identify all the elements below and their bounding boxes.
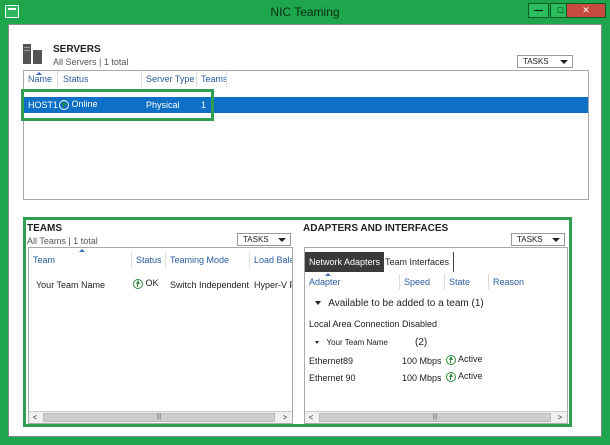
teams-tasks-label: TASKS — [243, 235, 269, 244]
close-button[interactable]: ✕ — [566, 3, 606, 18]
scroll-thumb[interactable]: ||| — [43, 413, 275, 422]
teams-tasks-dropdown[interactable]: TASKS — [237, 233, 291, 246]
col-team[interactable]: Team — [29, 252, 132, 268]
tab-team-interfaces[interactable]: Team Interfaces — [381, 252, 455, 272]
group-team-count: (2) — [415, 337, 428, 347]
servers-subtitle: All Servers | 1 total — [53, 57, 129, 67]
adapters-title: ADAPTERS AND INTERFACES — [303, 223, 449, 234]
col-adapter[interactable]: Adapter — [305, 274, 400, 290]
ok-status-icon — [133, 278, 143, 289]
team-name: Your Team Name — [36, 280, 106, 290]
adapters-tasks-label: TASKS — [517, 235, 543, 244]
adapter-speed: 100 Mbps — [402, 356, 442, 366]
collapse-icon — [315, 341, 319, 345]
team-mode: Switch Independent — [170, 280, 250, 290]
adapter-speed: Disabled — [402, 319, 438, 329]
col-reason[interactable]: Reason — [489, 274, 567, 290]
col-server-type[interactable]: Server Type — [142, 71, 197, 87]
minimize-button[interactable]: — — [528, 3, 549, 18]
group-team[interactable]: Your Team Name (2) — [315, 337, 555, 347]
tab-network-adapters[interactable]: Network Adapters — [305, 252, 385, 272]
col-teaming-mode[interactable]: Teaming Mode — [166, 252, 250, 268]
team-status: OK — [133, 278, 159, 289]
adapter-speed: 100 Mbps — [402, 373, 442, 383]
servers-tasks-dropdown[interactable]: TASKS — [517, 55, 573, 68]
adapter-row[interactable]: Ethernet 90 100 Mbps Active — [305, 371, 567, 385]
col-team-status[interactable]: Status — [132, 252, 166, 268]
nic-teaming-window: NIC Teaming — □ ✕ SERVERS All Servers | … — [0, 0, 610, 445]
adapters-tasks-dropdown[interactable]: TASKS — [511, 233, 565, 246]
host-highlight-box — [21, 89, 214, 121]
adapter-state-text: Active — [458, 354, 483, 364]
team-status-text: OK — [145, 278, 159, 288]
scroll-right-icon[interactable]: > — [554, 412, 566, 423]
adapter-name: Ethernet89 — [309, 356, 354, 366]
group-available-label: Available to be added to a team (1) — [328, 298, 484, 309]
team-row[interactable]: Your Team Name OK Switch Independent Hyp… — [29, 278, 293, 292]
scroll-left-icon[interactable]: < — [29, 412, 41, 423]
adapters-horizontal-scrollbar[interactable]: < ||| > — [305, 411, 567, 423]
teams-subtitle: All Teams | 1 total — [27, 236, 98, 246]
collapse-icon — [315, 301, 321, 306]
col-teams[interactable]: Teams — [197, 71, 227, 87]
server-icon — [23, 44, 42, 64]
teams-title: TEAMS — [27, 223, 62, 234]
window-title: NIC Teaming — [270, 5, 340, 19]
col-state[interactable]: State — [445, 274, 489, 290]
servers-title: SERVERS — [53, 44, 101, 55]
col-name[interactable]: Name — [24, 71, 58, 87]
chevron-down-icon — [552, 238, 560, 242]
adapter-name: Ethernet 90 — [309, 373, 356, 383]
col-load-balancing[interactable]: Load Bala — [250, 252, 292, 268]
team-load-balancing: Hyper-V P — [254, 280, 293, 290]
adapter-row[interactable]: Local Area Connection Disabled — [305, 317, 567, 331]
title-bar[interactable]: NIC Teaming — □ ✕ — [0, 0, 610, 24]
chevron-down-icon — [278, 238, 286, 242]
adapters-grid: Network Adapters Team Interfaces Adapter… — [304, 247, 568, 424]
client-area: SERVERS All Servers | 1 total TASKS Name… — [8, 24, 602, 437]
active-status-icon — [446, 354, 456, 365]
col-status[interactable]: Status — [59, 71, 142, 87]
adapter-name: Local Area Connection — [309, 319, 400, 329]
scroll-left-icon[interactable]: < — [305, 412, 317, 423]
scroll-right-icon[interactable]: > — [279, 412, 291, 423]
adapter-row[interactable]: Ethernet89 100 Mbps Active — [305, 354, 567, 368]
chevron-down-icon — [560, 60, 568, 64]
group-team-name: Your Team Name — [326, 338, 388, 347]
adapter-state-text: Active — [458, 371, 483, 381]
active-status-icon — [446, 371, 456, 382]
scroll-thumb[interactable]: ||| — [319, 413, 551, 422]
adapter-state: Active — [446, 371, 483, 382]
group-available[interactable]: Available to be added to a team (1) — [315, 298, 484, 309]
teams-horizontal-scrollbar[interactable]: < ||| > — [29, 411, 292, 423]
teams-grid: Team Status Teaming Mode Load Bala Your … — [28, 247, 293, 424]
col-speed[interactable]: Speed — [400, 274, 445, 290]
adapter-state: Active — [446, 354, 483, 365]
servers-tasks-label: TASKS — [523, 57, 549, 66]
